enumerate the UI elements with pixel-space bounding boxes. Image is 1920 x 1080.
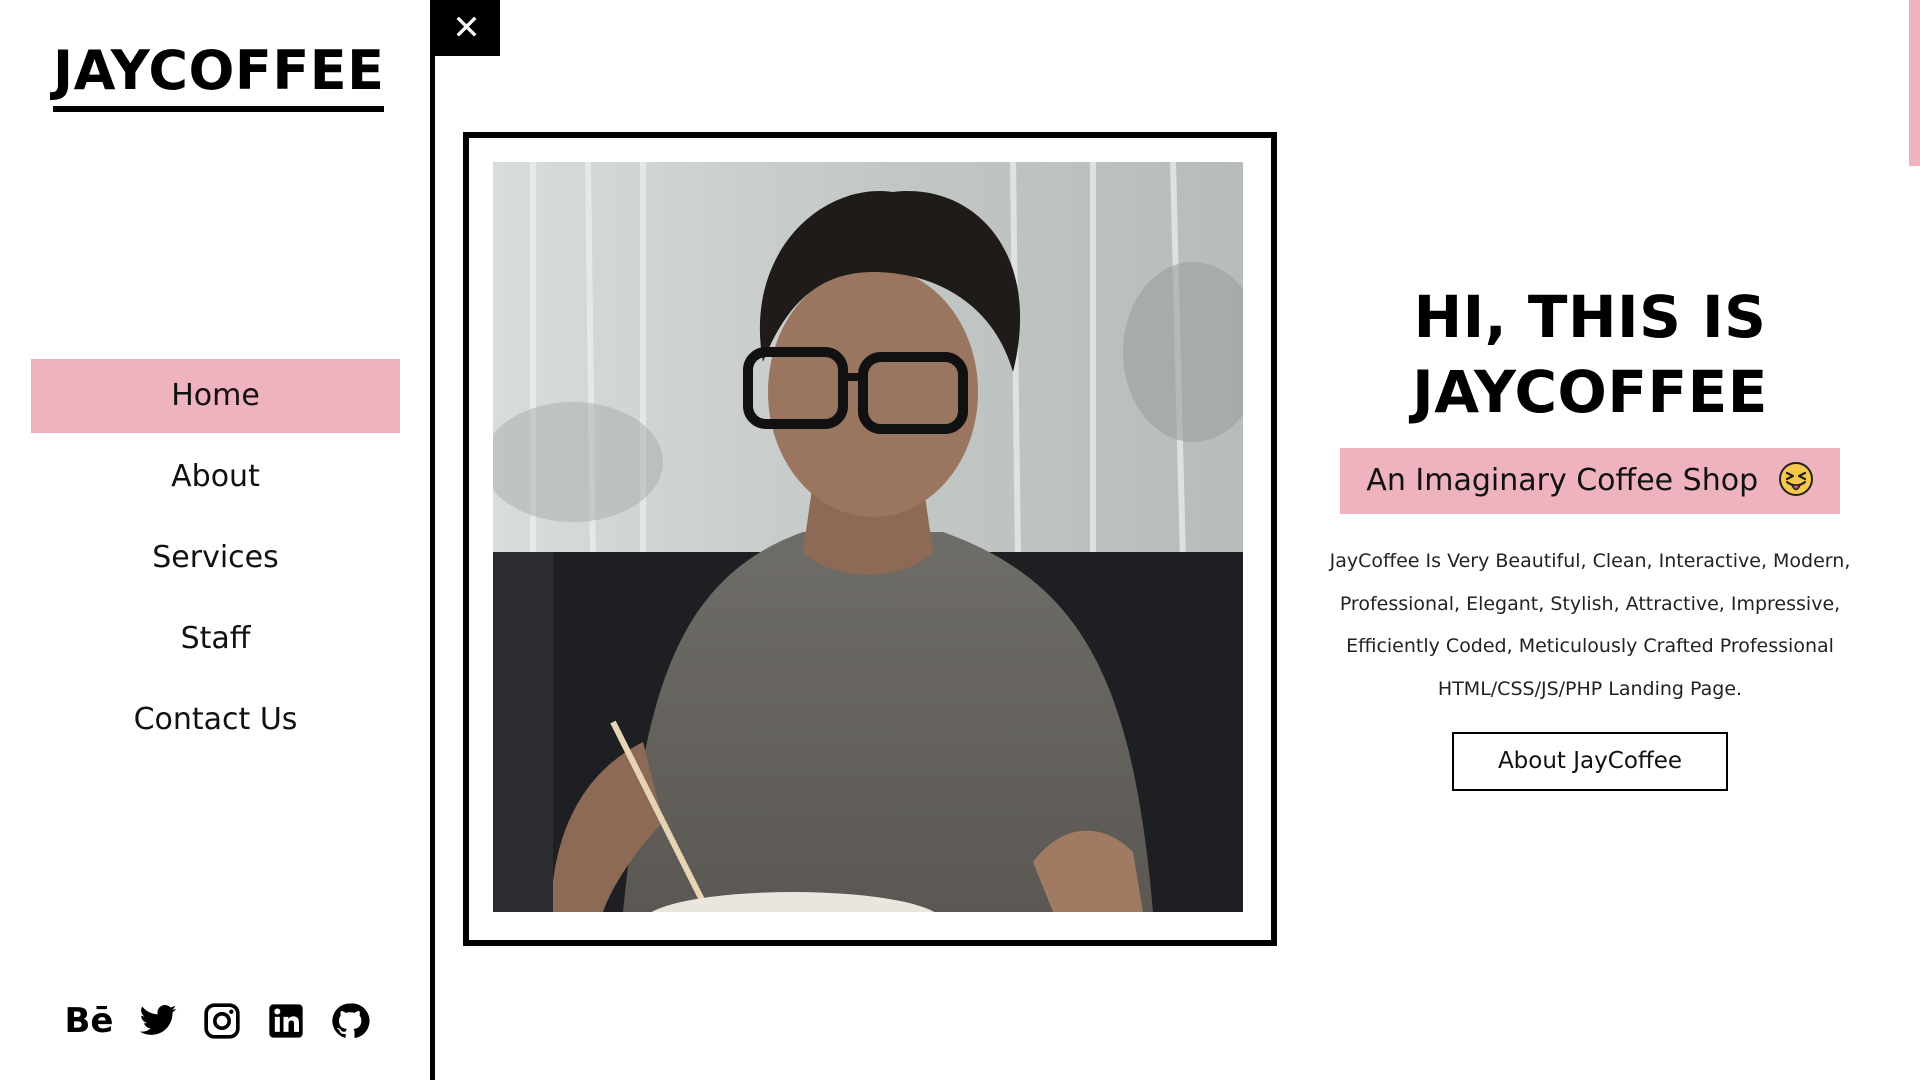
close-icon: ✕: [452, 8, 481, 48]
hero-description-line-3: Efficiently Coded, Meticulously Crafted …: [1346, 635, 1834, 657]
tagline-text: An Imaginary Coffee Shop: [1366, 463, 1759, 498]
tagline-badge: An Imaginary Coffee Shop: [1340, 448, 1840, 514]
hero-photo: [493, 162, 1243, 912]
main-nav: Home About Services Staff Contact Us: [31, 359, 400, 764]
about-jaycoffee-button[interactable]: About JayCoffee: [1452, 732, 1728, 791]
page: JAYCOFFEE Home About Services Staff Cont…: [0, 0, 1920, 1080]
nav-item-staff[interactable]: Staff: [31, 602, 400, 676]
tagline-wrapper: An Imaginary Coffee Shop: [1300, 448, 1880, 514]
behance-icon[interactable]: Bē: [64, 1000, 114, 1042]
nav-item-home[interactable]: Home: [31, 359, 400, 433]
linkedin-icon[interactable]: [266, 1000, 306, 1042]
hero-description-line-2: Professional, Elegant, Stylish, Attracti…: [1339, 592, 1841, 615]
hero-title-line-1: HI, THIS IS: [1413, 283, 1767, 351]
nav-item-services[interactable]: Services: [31, 521, 400, 595]
hero-description: JayCoffee Is Very Beautiful, Clean, Inte…: [1305, 540, 1875, 710]
hero-photo-frame: [463, 132, 1277, 946]
hero-title-line-2: JAYCOFFEE: [1412, 358, 1768, 426]
hero-title: HI, THIS IS JAYCOFFEE: [1300, 280, 1880, 430]
social-links: Bē: [64, 1000, 370, 1042]
nav-item-about[interactable]: About: [31, 440, 400, 514]
sidebar: JAYCOFFEE Home About Services Staff Cont…: [0, 0, 435, 1080]
close-button[interactable]: ✕: [433, 0, 500, 56]
hero-description-line-1: JayCoffee Is Very Beautiful, Clean, Inte…: [1329, 550, 1851, 572]
hero-section: HI, THIS IS JAYCOFFEE An Imaginary Coffe…: [1300, 280, 1880, 791]
github-icon[interactable]: [330, 1000, 370, 1042]
hero-description-line-4: HTML/CSS/JS/PHP Landing Page.: [1437, 677, 1743, 700]
site-logo[interactable]: JAYCOFFEE: [53, 38, 385, 112]
squinting-face-with-tongue-icon: [1778, 461, 1813, 496]
instagram-icon[interactable]: [202, 1000, 242, 1042]
scrollbar-thumb[interactable]: [1909, 0, 1920, 166]
nav-item-contact-us[interactable]: Contact Us: [31, 683, 400, 757]
twitter-icon[interactable]: [138, 1000, 178, 1042]
